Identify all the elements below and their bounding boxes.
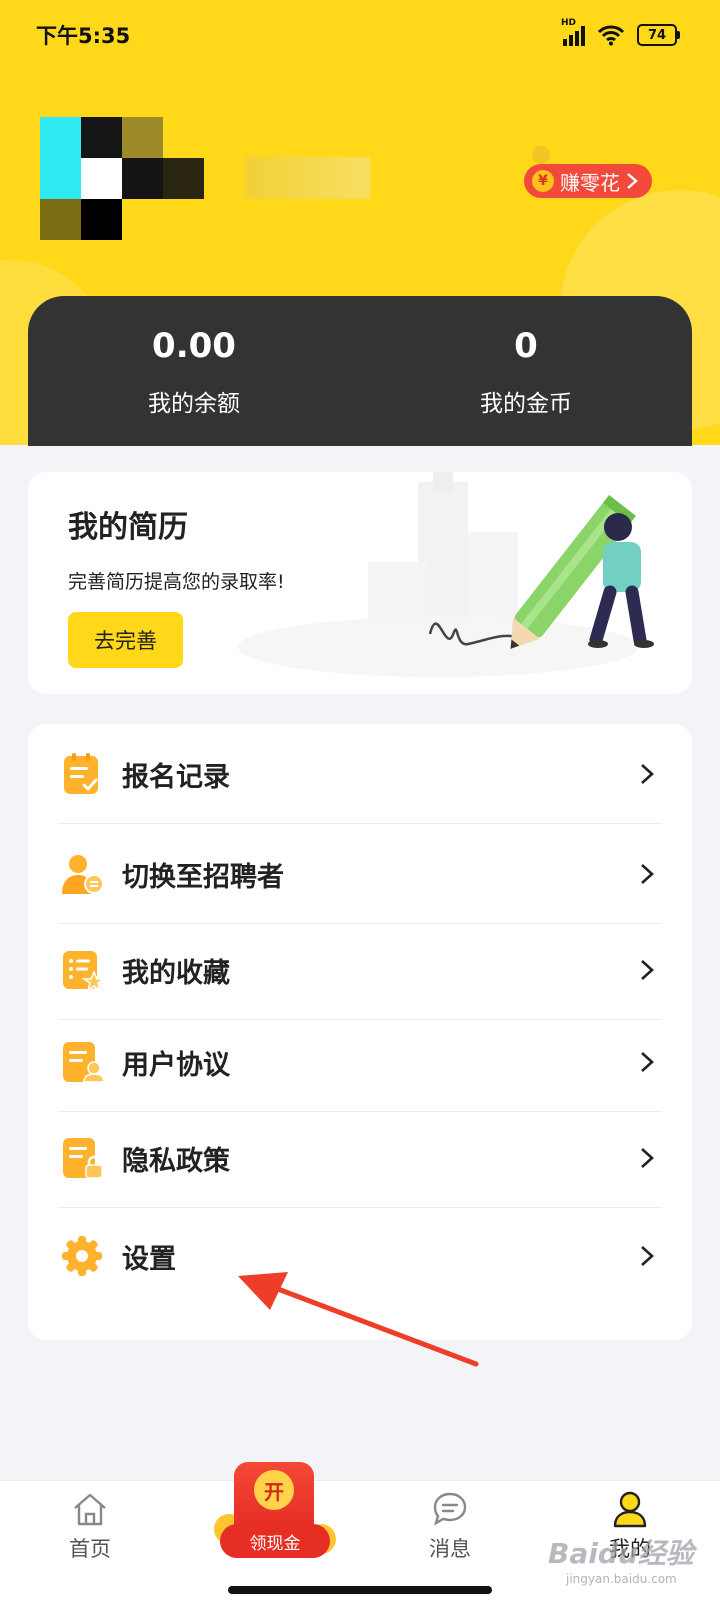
user-name-blurred [245, 157, 370, 199]
get-cash-label: 领现金 [220, 1524, 330, 1558]
money-bag-icon [532, 146, 550, 164]
chevron-right-icon [641, 1148, 654, 1168]
favorites-icon [63, 951, 106, 992]
resume-illustration [238, 472, 654, 677]
coins-label: 我的金币 [480, 391, 572, 417]
coins-value: 0 [514, 326, 538, 366]
signup-record-icon [64, 753, 98, 794]
avatar[interactable] [40, 117, 204, 241]
tab-messages[interactable]: 消息 [380, 1481, 520, 1571]
menu-label: 隐私政策 [122, 1145, 230, 1177]
tab-label: 消息 [429, 1537, 471, 1561]
menu-item-settings[interactable]: 设置 [58, 1206, 662, 1306]
user-icon [613, 1491, 647, 1528]
wifi-icon [597, 25, 625, 46]
menu-label: 报名记录 [122, 761, 230, 793]
switch-recruiter-icon [62, 855, 104, 894]
baidu-watermark: Baidu经验 [548, 1537, 694, 1570]
status-time: 下午5:35 [36, 24, 131, 48]
menu-label: 用户协议 [122, 1049, 230, 1081]
status-icons: HD 74 [561, 18, 680, 46]
menu-list: 报名记录 切换至招聘者 我的收藏 用户协议 隐私政策 设置 [28, 724, 692, 1340]
menu-item-user-agreement[interactable]: 用户协议 [58, 1012, 662, 1112]
menu-label: 设置 [122, 1243, 176, 1275]
yuan-coin-icon: ¥ [532, 170, 554, 192]
tab-label: 首页 [69, 1537, 111, 1561]
balance-section[interactable]: 0.00 我的余额 [28, 296, 360, 446]
tab-home[interactable]: 首页 [20, 1481, 160, 1571]
signal-icon: HD [561, 18, 585, 46]
earn-money-button[interactable]: ¥ 赚零花 [524, 164, 652, 198]
menu-item-favorites[interactable]: 我的收藏 [58, 920, 662, 1020]
network-type: HD [561, 18, 577, 28]
balance-label: 我的余额 [148, 391, 240, 417]
chevron-right-icon [641, 864, 654, 884]
earn-money-label: 赚零花 [560, 170, 620, 195]
baidu-watermark-url: jingyan.baidu.com [566, 1572, 677, 1586]
get-cash-button[interactable]: 开 领现金 [214, 1462, 336, 1570]
chevron-right-icon [641, 764, 654, 784]
menu-label: 我的收藏 [122, 957, 230, 989]
balance-value: 0.00 [152, 326, 236, 366]
resume-description: 完善简历提高您的录取率! [68, 571, 285, 593]
chevron-right-icon [627, 173, 638, 189]
resume-title: 我的简历 [68, 510, 188, 545]
user-agreement-icon [63, 1042, 105, 1083]
wallet-panel: 0.00 我的余额 0 我的金币 [28, 296, 692, 446]
menu-item-switch-recruiter[interactable]: 切换至招聘者 [58, 824, 662, 924]
home-icon [74, 1493, 106, 1526]
battery-icon: 74 [637, 24, 680, 46]
chevron-right-icon [641, 1246, 654, 1266]
coins-section[interactable]: 0 我的金币 [360, 296, 692, 446]
battery-level: 74 [637, 24, 677, 46]
chevron-right-icon [641, 960, 654, 980]
chevron-right-icon [641, 1052, 654, 1072]
resume-card[interactable]: 我的简历 完善简历提高您的录取率! 去完善 [28, 472, 692, 694]
menu-item-privacy-policy[interactable]: 隐私政策 [58, 1108, 662, 1208]
settings-gear-icon [62, 1236, 102, 1276]
message-icon [433, 1492, 467, 1526]
complete-resume-button[interactable]: 去完善 [68, 612, 183, 668]
menu-item-signup-records[interactable]: 报名记录 [58, 724, 662, 824]
home-indicator[interactable] [228, 1586, 492, 1594]
privacy-policy-icon [63, 1138, 103, 1179]
open-envelope-badge: 开 [254, 1470, 294, 1510]
status-bar: 下午5:35 HD 74 [0, 0, 720, 70]
menu-label: 切换至招聘者 [122, 861, 284, 893]
